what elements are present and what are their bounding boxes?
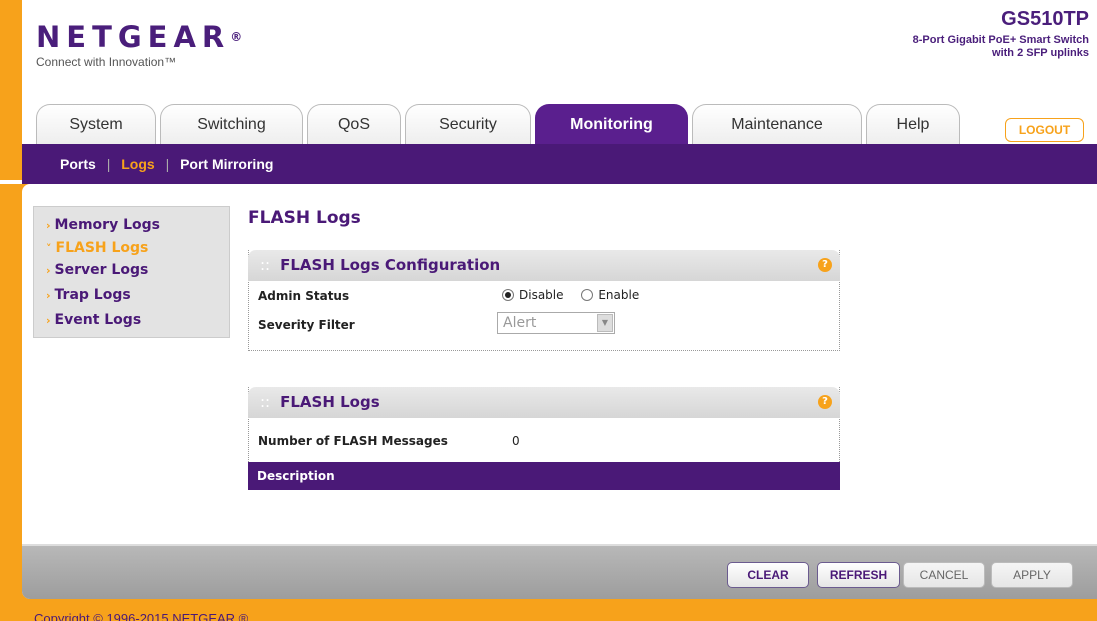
- refresh-button[interactable]: REFRESH: [817, 562, 900, 588]
- admin-status-disable[interactable]: Disable: [502, 288, 564, 302]
- message-count-label: Number of FLASH Messages: [258, 434, 448, 448]
- config-panel-header: :: FLASH Logs Configuration ?: [248, 250, 840, 281]
- sidebar-item-server-logs[interactable]: › Server Logs: [34, 258, 229, 283]
- logs-panel-header: :: FLASH Logs ?: [248, 387, 840, 418]
- side-menu: › Memory Logs ˅ FLASH Logs › Server Logs › T…: [33, 206, 230, 338]
- chevron-down-icon: ˅: [46, 242, 52, 255]
- severity-filter-row: Severity Filter Alert ▼: [249, 308, 839, 342]
- copyright-text: Copyright © 1996-2015 NETGEAR ®: [34, 611, 249, 621]
- subnav-separator: |: [165, 156, 170, 172]
- help-icon[interactable]: ?: [818, 258, 832, 272]
- sidebar-item-label: Event Logs: [54, 312, 142, 328]
- severity-filter-value: Alert: [503, 315, 537, 331]
- description-column-header: Description: [248, 462, 840, 490]
- config-panel: :: FLASH Logs Configuration ? Admin Statu…: [248, 250, 840, 351]
- sidebar-item-memory-logs[interactable]: › Memory Logs: [34, 213, 229, 238]
- subnav-ports[interactable]: Ports: [60, 156, 96, 172]
- tab-security[interactable]: Security: [405, 104, 531, 144]
- tab-maintenance[interactable]: Maintenance: [692, 104, 862, 144]
- admin-status-label: Admin Status: [258, 289, 350, 303]
- radio-disable[interactable]: [502, 289, 514, 301]
- config-panel-title: FLASH Logs Configuration: [280, 256, 501, 274]
- logo-tagline: Connect with Innovation™: [36, 55, 177, 69]
- radio-enable[interactable]: [581, 289, 594, 301]
- admin-status-radio-group: Disable Enable: [502, 288, 653, 302]
- sidebar-item-trap-logs[interactable]: › Trap Logs: [34, 283, 229, 308]
- model-desc-line1: 8-Port Gigabit PoE+ Smart Switch: [912, 34, 1089, 46]
- model-name: GS510TP: [1001, 8, 1089, 30]
- logs-panel-title: FLASH Logs: [280, 393, 380, 411]
- apply-button[interactable]: APPLY: [991, 562, 1073, 588]
- radio-disable-label: Disable: [519, 288, 564, 302]
- subnav-separator: |: [106, 156, 111, 172]
- tab-help[interactable]: Help: [866, 104, 960, 144]
- model-desc-line2: with 2 SFP uplinks: [992, 47, 1089, 59]
- sidebar-item-label: Memory Logs: [54, 217, 160, 233]
- admin-status-enable[interactable]: Enable: [581, 288, 639, 302]
- tab-switching[interactable]: Switching: [160, 104, 303, 144]
- grip-icon: ::: [260, 393, 271, 411]
- admin-status-row: Admin Status Disable Enable: [249, 281, 839, 308]
- action-bar: CLEAR REFRESH CANCEL APPLY: [22, 544, 1097, 599]
- chevron-right-icon: ›: [46, 219, 51, 232]
- left-accent-stripe: [0, 0, 22, 180]
- logout-button[interactable]: LOGOUT: [1005, 118, 1084, 142]
- clear-button[interactable]: CLEAR: [727, 562, 809, 588]
- tab-qos[interactable]: QoS: [307, 104, 401, 144]
- logs-panel: :: FLASH Logs ? Number of FLASH Messages …: [248, 387, 840, 490]
- tab-monitoring[interactable]: Monitoring: [535, 104, 688, 144]
- model-info: GS510TP 8-Port Gigabit PoE+ Smart Switch…: [913, 8, 1089, 60]
- netgear-logo: NETGEAR® Connect with Innovation™: [36, 22, 242, 69]
- grip-icon: ::: [260, 256, 271, 274]
- sub-navigation: Ports | Logs | Port Mirroring: [22, 144, 1097, 184]
- message-count-value: 0: [512, 434, 520, 448]
- sidebar-item-label: Trap Logs: [54, 287, 131, 303]
- tab-system[interactable]: System: [36, 104, 156, 144]
- message-count-row: Number of FLASH Messages 0: [249, 418, 839, 462]
- chevron-right-icon: ›: [46, 264, 51, 277]
- sidebar-item-event-logs[interactable]: › Event Logs: [34, 308, 229, 333]
- content-area: › Memory Logs ˅ FLASH Logs › Server Logs › T…: [22, 184, 1097, 599]
- chevron-right-icon: ›: [46, 314, 51, 327]
- sidebar-item-label: Server Logs: [54, 262, 149, 278]
- severity-filter-label: Severity Filter: [258, 318, 355, 332]
- severity-filter-select[interactable]: Alert ▼: [497, 312, 615, 334]
- sidebar-item-label: FLASH Logs: [55, 240, 149, 256]
- subnav-logs[interactable]: Logs: [121, 156, 154, 172]
- chevron-right-icon: ›: [46, 289, 51, 302]
- chevron-down-icon[interactable]: ▼: [597, 314, 613, 332]
- cancel-button[interactable]: CANCEL: [903, 562, 985, 588]
- subnav-port-mirroring[interactable]: Port Mirroring: [180, 156, 273, 172]
- logo-reg-mark: ®: [230, 30, 243, 44]
- sidebar-item-flash-logs[interactable]: ˅ FLASH Logs: [34, 238, 229, 258]
- radio-enable-label: Enable: [598, 288, 640, 302]
- help-icon[interactable]: ?: [818, 395, 832, 409]
- logo-text: NETGEAR: [36, 20, 231, 54]
- page-title: FLASH Logs: [248, 208, 361, 228]
